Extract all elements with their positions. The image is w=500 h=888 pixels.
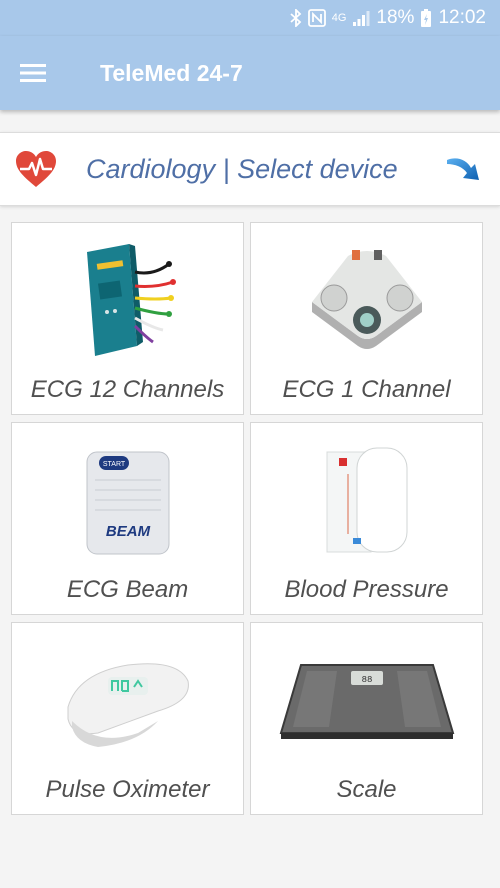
bottom-area bbox=[0, 816, 500, 888]
app-title: TeleMed 24-7 bbox=[100, 59, 243, 86]
nfc-icon bbox=[307, 8, 326, 28]
heart-pulse-icon bbox=[12, 145, 60, 193]
device-label: ECG 1 Channel bbox=[282, 376, 451, 403]
device-tile-ecg-1[interactable]: ECG 1 Channel bbox=[250, 222, 483, 415]
next-button[interactable] bbox=[442, 147, 486, 191]
scale-display: 88 bbox=[361, 675, 372, 685]
pulse-oximeter-device-image bbox=[12, 637, 243, 767]
device-label: ECG 12 Channels bbox=[30, 376, 225, 403]
device-tile-ecg-12[interactable]: ECG 12 Channels bbox=[11, 222, 244, 415]
battery-percent: 18% bbox=[376, 7, 415, 28]
signal-icon bbox=[352, 8, 370, 28]
battery-charging-icon bbox=[420, 8, 432, 28]
device-tile-pulse-oximeter[interactable]: Pulse Oximeter bbox=[11, 622, 244, 815]
ecg-12-device-image bbox=[12, 237, 243, 367]
device-label: Scale bbox=[336, 776, 397, 803]
beam-start-badge: START bbox=[102, 461, 125, 468]
hamburger-icon bbox=[20, 64, 46, 82]
clock: 12:02 bbox=[438, 7, 486, 28]
device-tile-scale[interactable]: 88 Scale bbox=[250, 622, 483, 815]
menu-button[interactable] bbox=[0, 36, 66, 110]
section-header: Cardiology | Select device bbox=[0, 132, 500, 206]
ecg-beam-device-image: START BEAM bbox=[12, 437, 243, 567]
status-bar: 4G 18% 12:02 bbox=[0, 0, 500, 36]
scale-device-image: 88 bbox=[251, 637, 482, 767]
app-bar: TeleMed 24-7 bbox=[0, 36, 500, 110]
device-grid: ECG 12 Channels ECG 1 Channel START BEAM… bbox=[11, 222, 485, 815]
arrow-down-right-icon bbox=[447, 158, 479, 180]
device-tile-ecg-beam[interactable]: START BEAM ECG Beam bbox=[11, 422, 244, 615]
section-title: Cardiology | Select device bbox=[86, 153, 398, 184]
beam-logo: BEAM bbox=[105, 523, 150, 540]
device-tile-blood-pressure[interactable]: Blood Pressure bbox=[250, 422, 483, 615]
ecg-1-device-image bbox=[251, 237, 482, 367]
device-label: ECG Beam bbox=[66, 576, 189, 603]
device-label: Pulse Oximeter bbox=[45, 776, 210, 803]
bluetooth-icon bbox=[290, 8, 302, 28]
blood-pressure-device-image bbox=[251, 437, 482, 567]
network-type-label: 4G bbox=[331, 12, 347, 24]
device-label: Blood Pressure bbox=[284, 576, 449, 603]
